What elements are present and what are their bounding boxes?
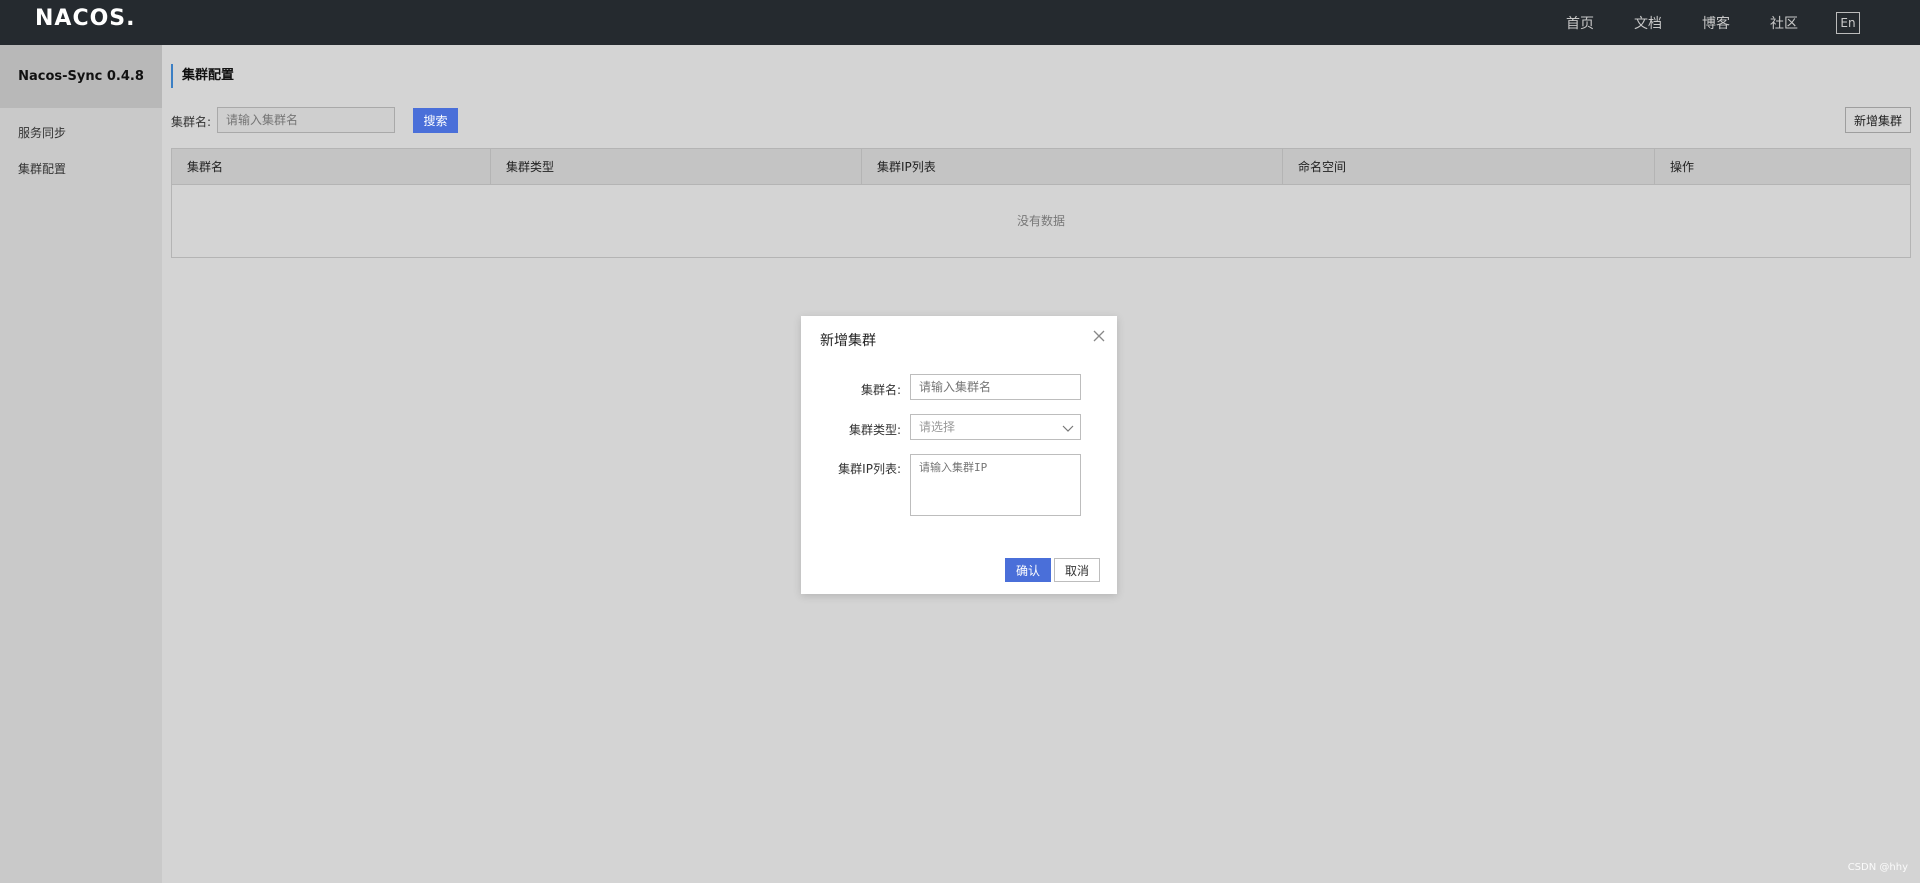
watermark: CSDN @hhy [1847, 862, 1908, 873]
cluster-search-input[interactable] [217, 107, 395, 133]
dialog-title: 新增集群 [820, 333, 876, 349]
sidebar-menu: 服务同步 集群配置 [0, 108, 162, 187]
app-root: NACOS. 首页 文档 博客 社区 En Nacos-Sync 0.4.8 服… [0, 0, 1920, 883]
column-header-cluster-type: 集群类型 [491, 149, 862, 185]
search-label: 集群名: [171, 115, 212, 129]
column-header-cluster-ip-list: 集群IP列表 [862, 149, 1283, 185]
nacos-logo[interactable]: NACOS. [35, 6, 136, 31]
column-header-cluster-name: 集群名 [172, 149, 491, 185]
cancel-button[interactable]: 取消 [1054, 558, 1100, 582]
cluster-type-placeholder: 请选择 [919, 420, 956, 434]
cluster-ip-textarea[interactable] [910, 454, 1081, 516]
page-title: 集群配置 [171, 64, 234, 88]
search-button[interactable]: 搜索 [413, 108, 458, 133]
confirm-button[interactable]: 确认 [1005, 558, 1051, 582]
column-header-namespace: 命名空间 [1283, 149, 1655, 185]
language-toggle[interactable]: En [1836, 11, 1860, 34]
cluster-type-label: 集群类型: [848, 423, 901, 437]
nav-docs[interactable]: 文档 [1634, 13, 1662, 33]
add-cluster-dialog: 新增集群 集群名: 集群类型: 请选择 集群IP列表: 确认 取消 [801, 316, 1117, 594]
logo-text: NACOS. [35, 6, 136, 31]
sidebar-item-service-sync[interactable]: 服务同步 [0, 115, 162, 151]
add-cluster-button[interactable]: 新增集群 [1845, 107, 1911, 133]
nav-blog[interactable]: 博客 [1702, 13, 1730, 33]
cluster-ip-label: 集群IP列表: [838, 462, 901, 476]
table-empty-state: 没有数据 [1016, 214, 1065, 228]
table-header: 集群名 集群类型 集群IP列表 命名空间 操作 [172, 149, 1910, 185]
cluster-type-select[interactable]: 请选择 [910, 414, 1081, 440]
chevron-down-icon [1062, 425, 1074, 432]
sidebar-brand: Nacos-Sync 0.4.8 [0, 45, 162, 108]
cluster-name-label: 集群名: [860, 383, 901, 397]
top-header: NACOS. 首页 文档 博客 社区 En [0, 0, 1920, 45]
sidebar: Nacos-Sync 0.4.8 服务同步 集群配置 [0, 45, 162, 883]
nav-home[interactable]: 首页 [1566, 13, 1594, 33]
column-header-actions: 操作 [1670, 160, 1695, 174]
cluster-name-field[interactable] [910, 374, 1081, 400]
close-icon[interactable] [1091, 328, 1107, 344]
sidebar-item-cluster-config[interactable]: 集群配置 [0, 151, 162, 187]
cluster-table: 集群名 集群类型 集群IP列表 命名空间 操作 没有数据 [171, 148, 1911, 258]
top-nav: 首页 文档 博客 社区 En [1526, 0, 1860, 45]
nav-community[interactable]: 社区 [1770, 13, 1798, 33]
